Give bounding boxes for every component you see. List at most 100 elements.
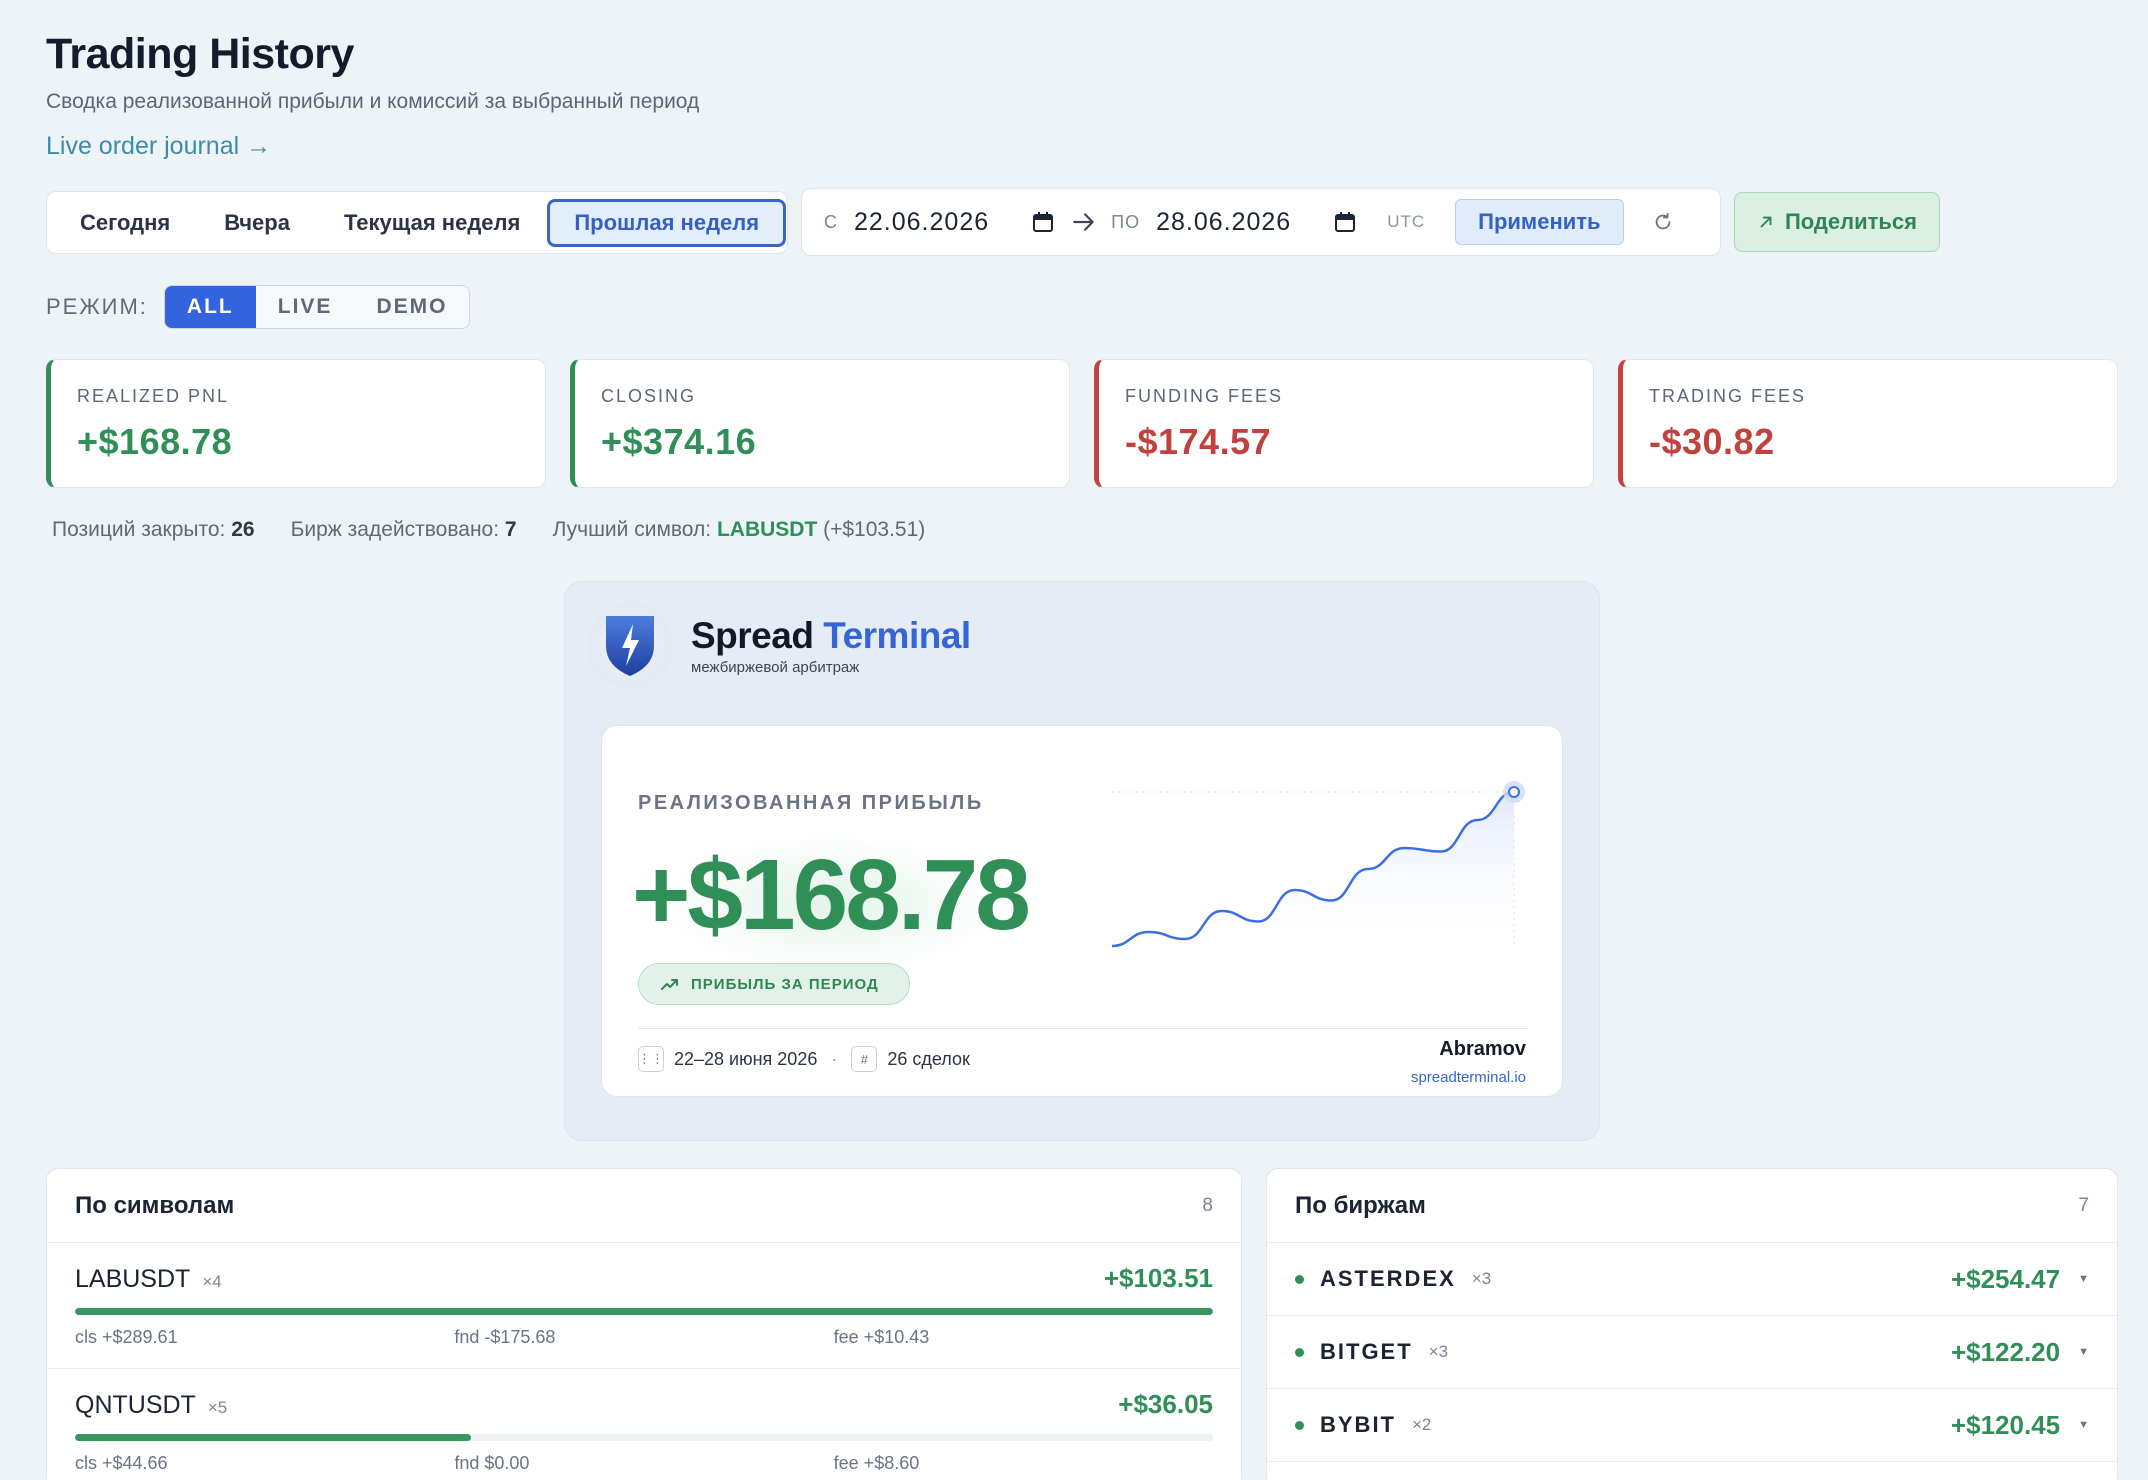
mode-live-button[interactable]: LIVE: [256, 286, 355, 328]
trending-up-icon: [661, 979, 678, 990]
hash-icon: #: [851, 1046, 878, 1072]
author-site: spreadterminal.io: [1410, 1069, 1526, 1086]
exchanges-used-stat: Бирж задействовано: 7: [290, 518, 517, 541]
symbol-row[interactable]: LABUSDT ×4 +$103.51 cls +$289.61 fnd -$17…: [47, 1243, 1241, 1369]
separator-dot: ·: [831, 1048, 838, 1069]
exchange-name: BYBIT: [1320, 1412, 1396, 1437]
symbol-count: ×5: [207, 1398, 228, 1417]
chevron-down-icon[interactable]: ▼: [2078, 1346, 2089, 1358]
kpi-label: FUNDING FEES: [1125, 386, 1284, 406]
symbol-name: LABUSDT: [75, 1265, 191, 1293]
exchanges-panel-count: 7: [2078, 1194, 2089, 1216]
timezone-label: UTC: [1387, 212, 1426, 231]
mode-selector: РЕЖИМ: ALL LIVE DEMO: [46, 285, 471, 329]
period-yesterday-button[interactable]: Вчера: [197, 199, 317, 247]
mode-label: РЕЖИМ:: [46, 294, 148, 319]
page-subtitle: Сводка реализованной прибыли и комиссий …: [46, 90, 700, 113]
refresh-icon[interactable]: [1652, 211, 1674, 233]
shield-bolt-icon: [606, 616, 654, 676]
exchange-name: ASTERDEX: [1320, 1266, 1456, 1291]
symbol-count: ×4: [202, 1272, 222, 1291]
profit-card-footer: ⋮⋮ 22–28 июня 2026 · # 26 сделок: [638, 1046, 970, 1072]
author-block: Abramov spreadterminal.io: [1411, 1038, 1526, 1086]
period-last-week-button[interactable]: Прошлая неделя: [547, 198, 787, 247]
profit-card-label: РЕАЛИЗОВАННАЯ ПРИБЫЛЬ: [638, 792, 984, 814]
trades-text: 26 сделок: [887, 1048, 970, 1069]
symbol-name: QNTUSDT: [75, 1391, 196, 1419]
period-selector: Сегодня Вчера Текущая неделя Прошлая нед…: [46, 191, 788, 254]
exchange-name: BITGET: [1320, 1339, 1413, 1364]
funding-value: fnd -$175.68: [454, 1327, 556, 1347]
kpi-value: -$174.57: [1125, 421, 1272, 462]
apply-button[interactable]: Применить: [1455, 199, 1624, 245]
kpi-funding-fees: FUNDING FEES -$174.57: [1094, 359, 1594, 488]
period-text: 22–28 июня 2026: [674, 1048, 818, 1069]
period-today-button[interactable]: Сегодня: [53, 199, 197, 247]
mode-segmented-control: ALL LIVE DEMO: [163, 285, 471, 329]
status-dot: [1295, 1347, 1304, 1357]
kpi-label: TRADING FEES: [1649, 386, 1807, 406]
date-from-label: С: [824, 211, 838, 232]
symbol-pnl: +$103.51: [1103, 1263, 1213, 1293]
brand-name: Spread Terminal: [691, 614, 971, 656]
arrow-right-icon: [1073, 213, 1094, 231]
profit-period-badge: ПРИБЫЛЬ ЗА ПЕРИОД: [638, 963, 910, 1005]
symbols-panel: По символам 8 LABUSDT ×4 +$103.51 cls +$2…: [46, 1168, 1242, 1480]
calendar-icon[interactable]: [1333, 210, 1357, 234]
author-name: Abramov: [1439, 1038, 1526, 1060]
symbol-row[interactable]: QNTUSDT ×5 +$36.05 cls +$44.66 fnd $0.00 …: [47, 1369, 1241, 1480]
pnl-bar: [75, 1308, 1213, 1315]
exchange-pnl: +$122.20: [1950, 1336, 2061, 1367]
chevron-down-icon[interactable]: ▼: [2078, 1273, 2089, 1285]
status-dot: [1295, 1420, 1304, 1430]
symbols-panel-title: По символам: [75, 1191, 235, 1219]
closing-value: cls +$44.66: [75, 1453, 168, 1473]
pnl-bar-fill: [75, 1308, 1213, 1315]
kpi-trading-fees: TRADING FEES -$30.82: [1618, 359, 2118, 488]
share-button[interactable]: Поделиться: [1734, 192, 1940, 252]
closing-value: cls +$289.61: [75, 1327, 178, 1347]
sparkline-end-point: [1508, 786, 1520, 798]
kpi-realized-pnl: REALIZED PNL +$168.78: [46, 359, 546, 488]
date-from-input[interactable]: 22.06.2026: [854, 208, 989, 237]
profit-sparkline: [1111, 781, 1525, 948]
pnl-bar: [75, 1434, 1213, 1441]
share-button-label: Поделиться: [1784, 209, 1918, 234]
symbols-panel-header: По символам 8: [47, 1169, 1241, 1243]
kpi-value: +$374.16: [601, 421, 757, 462]
exchange-pnl: +$120.45: [1950, 1409, 2061, 1440]
brand-tagline: межбиржевой арбитраж: [691, 658, 860, 676]
brand-header: Spread Terminal межбиржевой арбитраж: [587, 602, 971, 688]
live-order-journal-link[interactable]: Live order journal →: [46, 132, 271, 161]
share-card-preview: Spread Terminal межбиржевой арбитраж РЕА…: [564, 581, 1600, 1141]
period-current-week-button[interactable]: Текущая неделя: [317, 199, 547, 247]
arrow-up-right-icon: [1760, 216, 1772, 228]
exchange-row[interactable]: ASTERDEX ×3 +$254.47 ▼: [1267, 1243, 2117, 1316]
summary-stats: Позиций закрыто: 26 Бирж задействовано: …: [52, 518, 925, 542]
profit-card: РЕАЛИЗОВАННАЯ ПРИБЫЛЬ +$168.78 ПРИБЫЛЬ З…: [601, 725, 1563, 1097]
kpi-cards: REALIZED PNL +$168.78 CLOSING +$374.16 F…: [46, 359, 2118, 488]
brand-logo: [587, 602, 673, 688]
exchange-count: ×3: [1471, 1269, 1492, 1288]
kpi-label: CLOSING: [601, 386, 697, 406]
positions-closed-stat: Позиций закрыто: 26: [52, 518, 255, 541]
date-to-input[interactable]: 28.06.2026: [1156, 208, 1291, 237]
fee-value: fee +$10.43: [833, 1327, 930, 1347]
divider: [638, 1028, 1528, 1029]
mode-demo-button[interactable]: DEMO: [354, 286, 469, 328]
exchange-count: ×3: [1428, 1342, 1449, 1361]
funding-value: fnd $0.00: [454, 1453, 530, 1473]
chevron-down-icon[interactable]: ▼: [2078, 1419, 2089, 1431]
kpi-value: -$30.82: [1649, 421, 1775, 462]
symbols-panel-count: 8: [1202, 1194, 1213, 1216]
exchanges-panel-title: По биржам: [1295, 1191, 1426, 1219]
status-dot: [1295, 1274, 1304, 1284]
exchange-row[interactable]: BITGET ×3 +$122.20 ▼: [1267, 1316, 2117, 1389]
best-symbol-stat: Лучший символ: LABUSDT (+$103.51): [552, 518, 926, 541]
pnl-bar-fill: [75, 1434, 472, 1441]
mode-all-button[interactable]: ALL: [164, 286, 256, 328]
exchange-row[interactable]: BYBIT ×2 +$120.45 ▼: [1267, 1389, 2117, 1462]
page-title: Trading History: [46, 30, 354, 78]
symbol-pnl: +$36.05: [1118, 1389, 1213, 1419]
calendar-icon[interactable]: [1031, 210, 1055, 234]
